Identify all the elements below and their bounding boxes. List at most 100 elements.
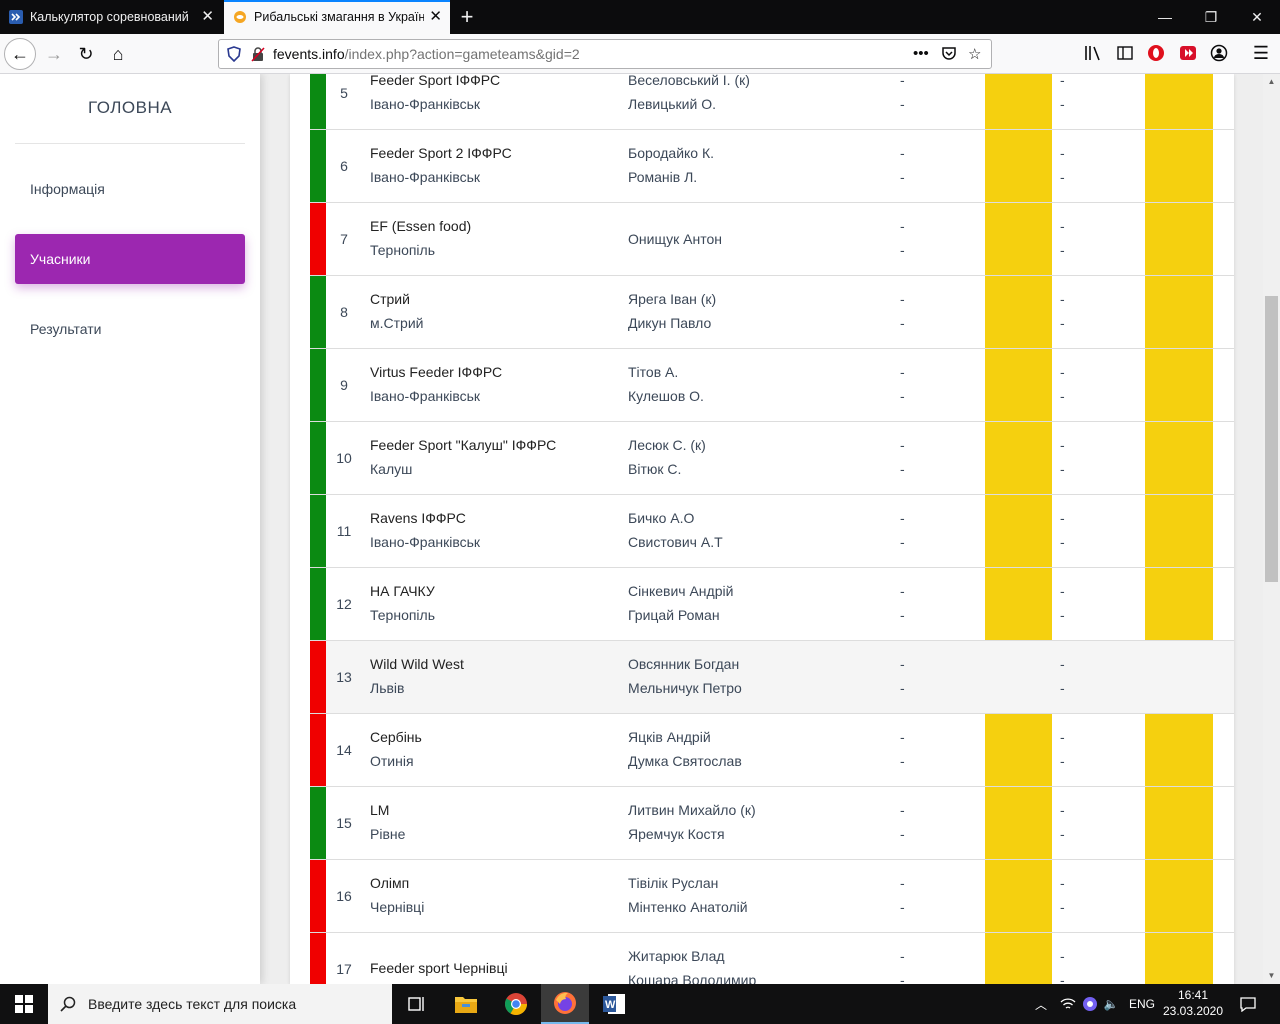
opera-extension-icon[interactable] bbox=[1145, 42, 1167, 64]
close-window-icon[interactable]: ✕ bbox=[1234, 0, 1280, 34]
player-name: Дикун Павло bbox=[628, 315, 712, 331]
taskbar-clock[interactable]: 16:41 23.03.2020 bbox=[1160, 987, 1226, 1019]
library-icon[interactable] bbox=[1082, 42, 1104, 64]
sidebar-toggle-icon[interactable] bbox=[1114, 42, 1136, 64]
forward-button[interactable]: → bbox=[38, 38, 70, 70]
bookmark-star-icon[interactable]: ☆ bbox=[968, 45, 981, 63]
scroll-down-icon[interactable]: ▼ bbox=[1263, 968, 1280, 982]
page-actions-icon[interactable]: ••• bbox=[913, 45, 929, 62]
team-city: Калуш bbox=[370, 461, 413, 477]
start-button[interactable] bbox=[0, 984, 48, 1024]
player-name: Яремчук Костя bbox=[628, 826, 725, 842]
status-bar-red bbox=[310, 714, 326, 786]
task-view-icon[interactable] bbox=[392, 984, 440, 1024]
score-placeholder: - bbox=[900, 218, 905, 234]
score-placeholder: - bbox=[1060, 680, 1065, 696]
table-row: 10 Feeder Sport "Калуш" ІФФРС Калуш Лесюк С… bbox=[310, 422, 1234, 495]
sidebar-item-participants[interactable]: Учасники bbox=[15, 234, 245, 284]
clock-date: 23.03.2020 bbox=[1162, 1004, 1224, 1018]
team-number: 5 bbox=[340, 85, 348, 101]
team-number: 17 bbox=[336, 961, 352, 977]
notifications-icon[interactable] bbox=[1234, 984, 1262, 1024]
input-language[interactable]: ENG bbox=[1126, 984, 1158, 1024]
sidebar: ГОЛОВНА Інформація Учасники Результати bbox=[0, 74, 260, 984]
table-row: 16 Олімп Чернівці Тівілік Руслан Мінтенко Ан… bbox=[310, 860, 1234, 933]
score-placeholder: - bbox=[900, 729, 905, 745]
score-placeholder: - bbox=[1060, 583, 1065, 599]
score-placeholder: - bbox=[900, 145, 905, 161]
back-button[interactable]: ← bbox=[4, 38, 36, 70]
score-placeholder: - bbox=[900, 315, 905, 331]
pocket-icon[interactable] bbox=[941, 45, 957, 65]
home-button[interactable]: ⌂ bbox=[102, 38, 134, 70]
taskbar-search-box[interactable]: Введите здесь текст для поиска bbox=[48, 984, 392, 1024]
score-placeholder: - bbox=[900, 242, 905, 258]
teams-table-card: 5 Feeder Sport ІФФРС Івано-Франківськ Весел… bbox=[290, 74, 1234, 984]
firefox-icon[interactable] bbox=[541, 984, 589, 1024]
sidebar-item-information[interactable]: Інформація bbox=[15, 164, 245, 214]
volume-icon[interactable]: 🔈 bbox=[1100, 984, 1122, 1024]
table-row: 11 Ravens ІФФРС Івано-Франківськ Бичко А.О С… bbox=[310, 495, 1234, 568]
status-bar-red bbox=[310, 641, 326, 713]
browser-tab-fishing[interactable]: Рибальські змагання в Україні ✕ bbox=[224, 0, 450, 34]
score-placeholder: - bbox=[1060, 242, 1065, 258]
table-row: 13 Wild Wild West Львів Овсянник Богдан Мель… bbox=[310, 641, 1234, 714]
tracking-shield-icon[interactable] bbox=[225, 45, 243, 63]
score-placeholder: - bbox=[900, 583, 905, 599]
status-bar-green bbox=[310, 422, 326, 494]
reload-button[interactable]: ↻ bbox=[70, 38, 102, 70]
score-placeholder: - bbox=[1060, 534, 1065, 550]
score-placeholder: - bbox=[900, 534, 905, 550]
player-name: Веселовський І. (к) bbox=[628, 74, 750, 88]
score-placeholder: - bbox=[1060, 364, 1065, 380]
player-name: Литвин Михайло (к) bbox=[628, 802, 756, 818]
scroll-up-icon[interactable]: ▲ bbox=[1263, 74, 1280, 88]
page-scrollbar[interactable]: ▲ ▼ bbox=[1263, 74, 1280, 984]
network-icon[interactable] bbox=[1056, 984, 1080, 1024]
close-tab-icon[interactable]: ✕ bbox=[201, 9, 214, 25]
score-placeholder: - bbox=[900, 875, 905, 891]
team-city: Івано-Франківськ bbox=[370, 534, 481, 550]
restore-window-icon[interactable]: ❐ bbox=[1188, 0, 1234, 34]
team-number: 16 bbox=[336, 888, 352, 904]
score-placeholder: - bbox=[900, 461, 905, 477]
file-explorer-icon[interactable] bbox=[442, 984, 490, 1024]
account-icon[interactable] bbox=[1208, 42, 1230, 64]
windows-taskbar: Введите здесь текст для поиска W ︿ 🔈 ENG… bbox=[0, 984, 1280, 1024]
team-city: Івано-Франківськ bbox=[370, 388, 481, 404]
sidebar-title[interactable]: ГОЛОВНА bbox=[15, 98, 245, 118]
player-name: Бичко А.О bbox=[628, 510, 695, 526]
team-number: 13 bbox=[336, 669, 352, 685]
minimize-window-icon[interactable]: — bbox=[1142, 0, 1188, 34]
chrome-icon[interactable] bbox=[492, 984, 540, 1024]
team-name: Сербінь bbox=[370, 729, 422, 745]
team-number: 6 bbox=[340, 158, 348, 174]
table-row: 17 Feeder sport Чернівці Житарюк Влад Кошар… bbox=[310, 933, 1234, 984]
score-placeholder: - bbox=[900, 510, 905, 526]
team-name: Feeder Sport 2 ІФФРС bbox=[370, 145, 512, 161]
team-name: Wild Wild West bbox=[370, 656, 464, 672]
player-name: Лесюк С. (к) bbox=[628, 437, 706, 453]
show-hidden-icons-icon[interactable]: ︿ bbox=[1030, 984, 1052, 1024]
insecure-lock-icon[interactable] bbox=[249, 45, 267, 63]
status-bar-green bbox=[310, 495, 326, 567]
menu-icon[interactable]: ☰ bbox=[1250, 42, 1272, 64]
player-name: Мельничук Петро bbox=[628, 680, 742, 696]
team-city: Івано-Франківськ bbox=[370, 169, 481, 185]
tab-title: Калькулятор соревнований fe bbox=[30, 10, 190, 24]
word-icon[interactable]: W bbox=[590, 984, 638, 1024]
new-tab-button[interactable]: + bbox=[452, 0, 482, 34]
video-extension-icon[interactable] bbox=[1177, 42, 1199, 64]
sidebar-item-results[interactable]: Результати bbox=[15, 304, 245, 354]
address-bar[interactable]: fevents.info/index.php?action=gameteams&… bbox=[218, 39, 992, 69]
scrollbar-thumb[interactable] bbox=[1265, 296, 1278, 582]
score-placeholder: - bbox=[900, 802, 905, 818]
score-placeholder: - bbox=[1060, 729, 1065, 745]
svg-text:W: W bbox=[605, 999, 616, 1011]
browser-tab-calculator[interactable]: Калькулятор соревнований fe ✕ bbox=[0, 0, 222, 34]
player-name: Грицай Роман bbox=[628, 607, 720, 623]
team-name: Feeder Sport "Калуш" ІФФРС bbox=[370, 437, 557, 453]
browser-tab-bar: Калькулятор соревнований fe ✕ Рибальські… bbox=[0, 0, 1280, 34]
viber-icon[interactable] bbox=[1080, 984, 1100, 1024]
close-tab-icon[interactable]: ✕ bbox=[429, 9, 442, 25]
